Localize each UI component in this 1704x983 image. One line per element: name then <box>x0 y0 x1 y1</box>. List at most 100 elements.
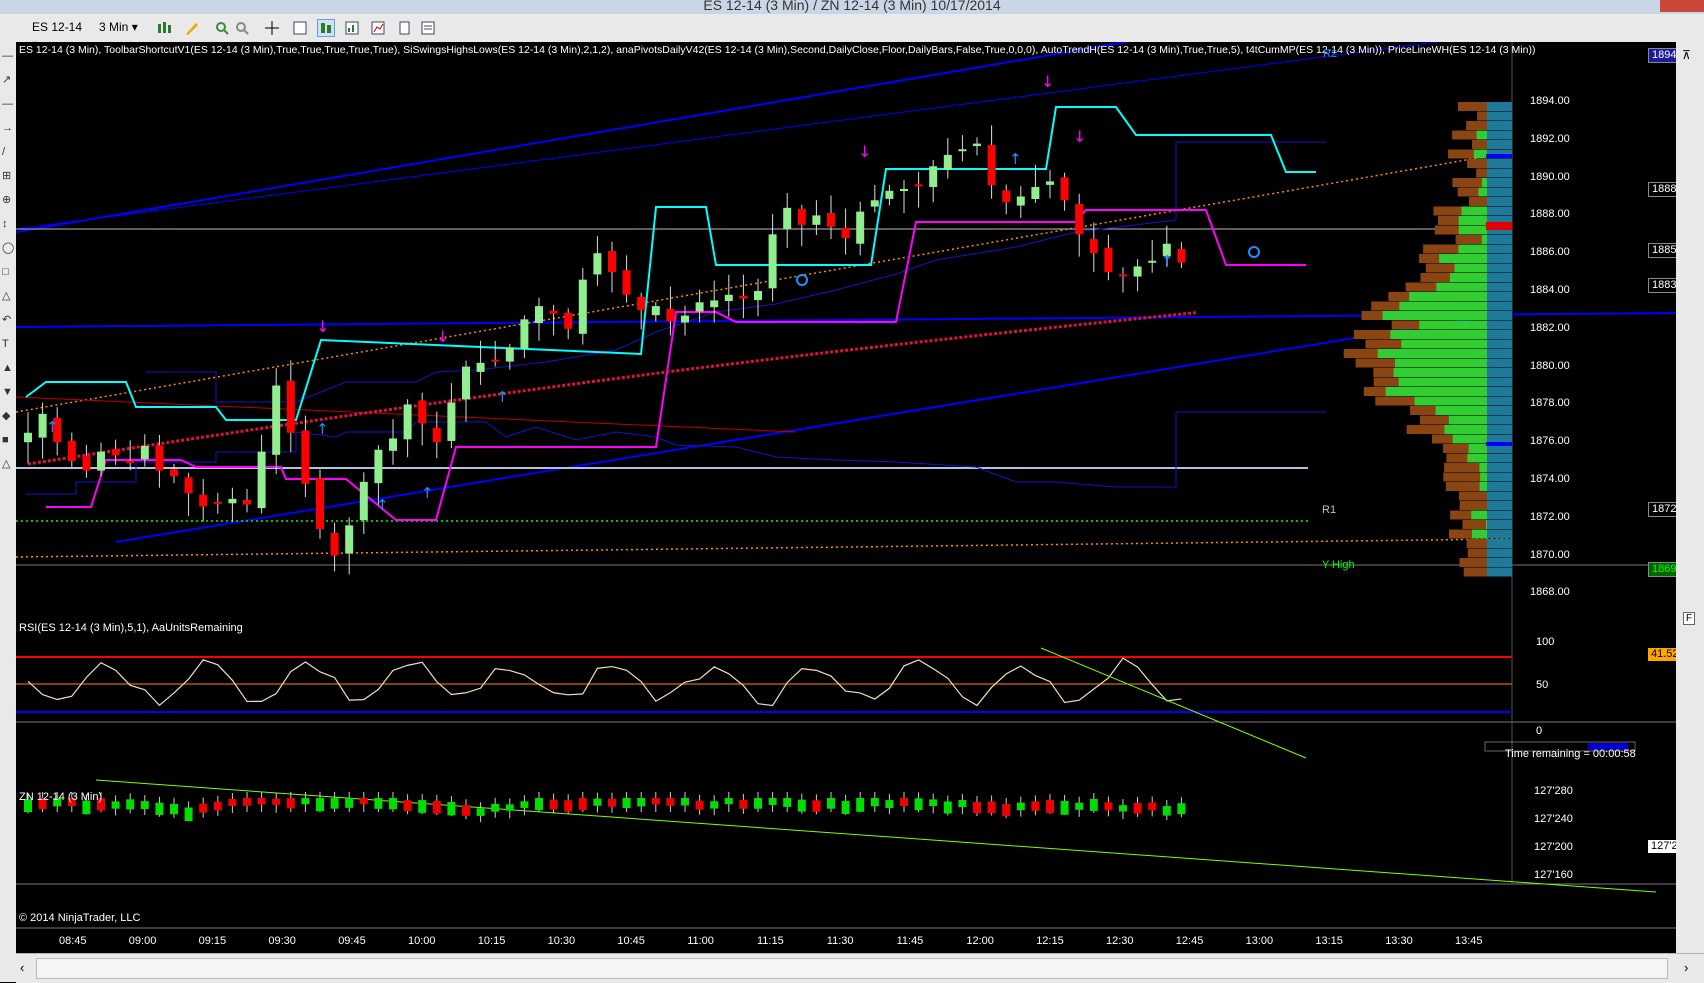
zn-candle <box>1002 804 1011 817</box>
scroll-left-icon[interactable]: ‹ <box>20 960 24 975</box>
drawing-tool-icon[interactable]: ◆ <box>2 410 14 422</box>
copy-icon[interactable] <box>395 19 413 37</box>
chart-area[interactable]: ↓ ↓ ↓ ↓ ↓ ↑ ↑ ↑ ↑ ↑ ↑ ↑ ES 12-14 (3 Min), ToolbarSh… <box>16 42 1704 953</box>
time-axis-label: 12:45 <box>1175 935 1204 947</box>
drawing-tool-icon[interactable]: ◯ <box>2 242 14 254</box>
volume-profile-edge <box>1438 216 1459 225</box>
volume-profile-edge <box>1448 529 1472 539</box>
price-candle <box>973 143 981 147</box>
volume-profile-edge <box>1355 358 1396 368</box>
zn-candle <box>403 800 412 812</box>
price-candle <box>593 253 602 275</box>
template-icon[interactable] <box>419 19 437 37</box>
volume-profile-value <box>1487 368 1512 377</box>
price-candle <box>330 532 339 556</box>
strategies-icon[interactable] <box>369 19 387 37</box>
drawing-tool-icon[interactable]: → <box>2 122 14 134</box>
drawing-tool-icon[interactable]: T <box>2 338 14 350</box>
drawing-tool-icon[interactable]: ▲ <box>2 362 14 374</box>
drawing-tool-icon[interactable]: ⊞ <box>2 170 14 182</box>
interval-selector[interactable]: 3 Min ▾ <box>99 19 147 36</box>
volume-profile-value <box>1487 510 1512 520</box>
volume-profile-value <box>1487 282 1512 292</box>
zn-candle <box>622 798 631 809</box>
drawing-tool-icon[interactable]: ↕ <box>2 218 14 230</box>
horizontal-scrollbar[interactable]: ‹ › <box>16 953 1704 983</box>
price-axis-label: 1888.00 <box>1530 208 1570 221</box>
volume-profile-edge <box>1373 368 1394 377</box>
drawing-tool-icon[interactable]: — <box>2 98 14 110</box>
volume-profile-value <box>1487 140 1512 149</box>
time-axis-label: 09:30 <box>268 935 296 947</box>
volume-profile-value <box>1487 491 1512 501</box>
zn-candle <box>140 801 149 810</box>
volume-profile-edge <box>1375 396 1415 406</box>
zn-candle <box>1016 802 1025 811</box>
orange-dotted-line <box>16 151 1513 413</box>
close-window-button[interactable] <box>1660 0 1704 12</box>
instrument-selector[interactable]: ES 12-14 ▾ <box>32 19 90 51</box>
zn-candle <box>1148 802 1157 811</box>
price-candle <box>754 291 762 301</box>
price-candle <box>170 469 178 477</box>
zn-candle <box>856 798 865 812</box>
price-axis-label: 1882.00 <box>1530 321 1570 334</box>
data-box-icon[interactable] <box>317 19 335 37</box>
zn-candle <box>885 800 894 809</box>
volume-profile-value <box>1487 482 1512 491</box>
scroll-right-icon[interactable]: › <box>1684 960 1688 975</box>
zoom-out-icon[interactable] <box>233 19 251 37</box>
zn-candle <box>739 799 748 809</box>
f-button[interactable]: F <box>1683 612 1695 625</box>
scroll-thumb[interactable] <box>36 958 1668 979</box>
swing-low-arrow: ↑ <box>376 496 389 514</box>
drawing-tool-icon[interactable]: ↗ <box>2 74 14 86</box>
zn-candle <box>432 800 441 814</box>
zn-candle <box>958 800 967 808</box>
volume-profile-value <box>1487 206 1512 216</box>
drawing-tool-icon[interactable]: △ <box>2 458 14 470</box>
price-candle <box>797 209 806 225</box>
window-titlebar: ES 12-14 (3 Min) / ZN 12-14 (3 Min) 10/1… <box>0 0 1704 14</box>
zn-candle <box>987 801 996 814</box>
drawing-tool-icon[interactable]: □ <box>2 266 14 278</box>
price-candle <box>359 481 368 521</box>
pencil-icon[interactable] <box>183 19 201 37</box>
price-candle <box>491 359 500 362</box>
drawing-tool-icon[interactable]: ■ <box>2 434 14 446</box>
price-candle <box>1031 187 1040 199</box>
drawing-tool-icon[interactable]: — <box>2 50 14 62</box>
time-axis-label: 12:00 <box>966 935 994 947</box>
zoom-in-icon[interactable] <box>213 19 231 37</box>
time-axis-label: 12:15 <box>1036 935 1064 947</box>
price-candle <box>432 427 441 443</box>
drawing-tool-icon[interactable]: ⊕ <box>2 194 14 206</box>
volume-profile-edge <box>1445 482 1480 491</box>
drawing-tool-icon[interactable]: / <box>2 146 14 158</box>
chart-canvas[interactable]: ↓ ↓ ↓ ↓ ↓ ↑ ↑ ↑ ↑ ↑ ↑ ↑ <box>16 42 1704 953</box>
volume-profile-edge <box>1450 510 1472 520</box>
trendline-thin <box>16 42 1440 230</box>
drawing-tool-icon[interactable]: ▼ <box>2 386 14 398</box>
price-candle <box>199 494 208 507</box>
volume-profile-value <box>1487 330 1512 339</box>
volume-profile-value <box>1487 111 1512 121</box>
drawing-tool-icon[interactable]: ↶ <box>2 314 14 326</box>
price-candle <box>184 477 193 494</box>
properties-icon[interactable] <box>291 19 309 37</box>
volume-profile-value <box>1487 311 1512 320</box>
drawing-tools-bar: — ↗ — → / ⊞ ⊕ ↕ ◯ □ △ ↶ T ▲ ▼ ◆ ■ △ <box>0 42 17 982</box>
r2-level-label: R2 <box>1323 48 1338 60</box>
volume-profile-edge <box>1419 415 1449 425</box>
time-axis-label: 11:30 <box>826 935 854 947</box>
zn-candle <box>724 798 733 805</box>
price-candle <box>914 184 923 187</box>
rsi-panel-title: RSI(ES 12-14 (3 Min),5,1), AaUnitsRemain… <box>19 622 243 634</box>
drawing-tool-icon[interactable]: △ <box>2 290 14 302</box>
chart-style-icon[interactable] <box>155 19 173 37</box>
pivot-circle <box>1248 246 1260 258</box>
crosshair-icon[interactable] <box>263 19 281 37</box>
zn-candle <box>476 808 485 816</box>
indicators-icon[interactable] <box>343 19 361 37</box>
scroll-up-icon[interactable]: ⊼ <box>1682 48 1691 62</box>
